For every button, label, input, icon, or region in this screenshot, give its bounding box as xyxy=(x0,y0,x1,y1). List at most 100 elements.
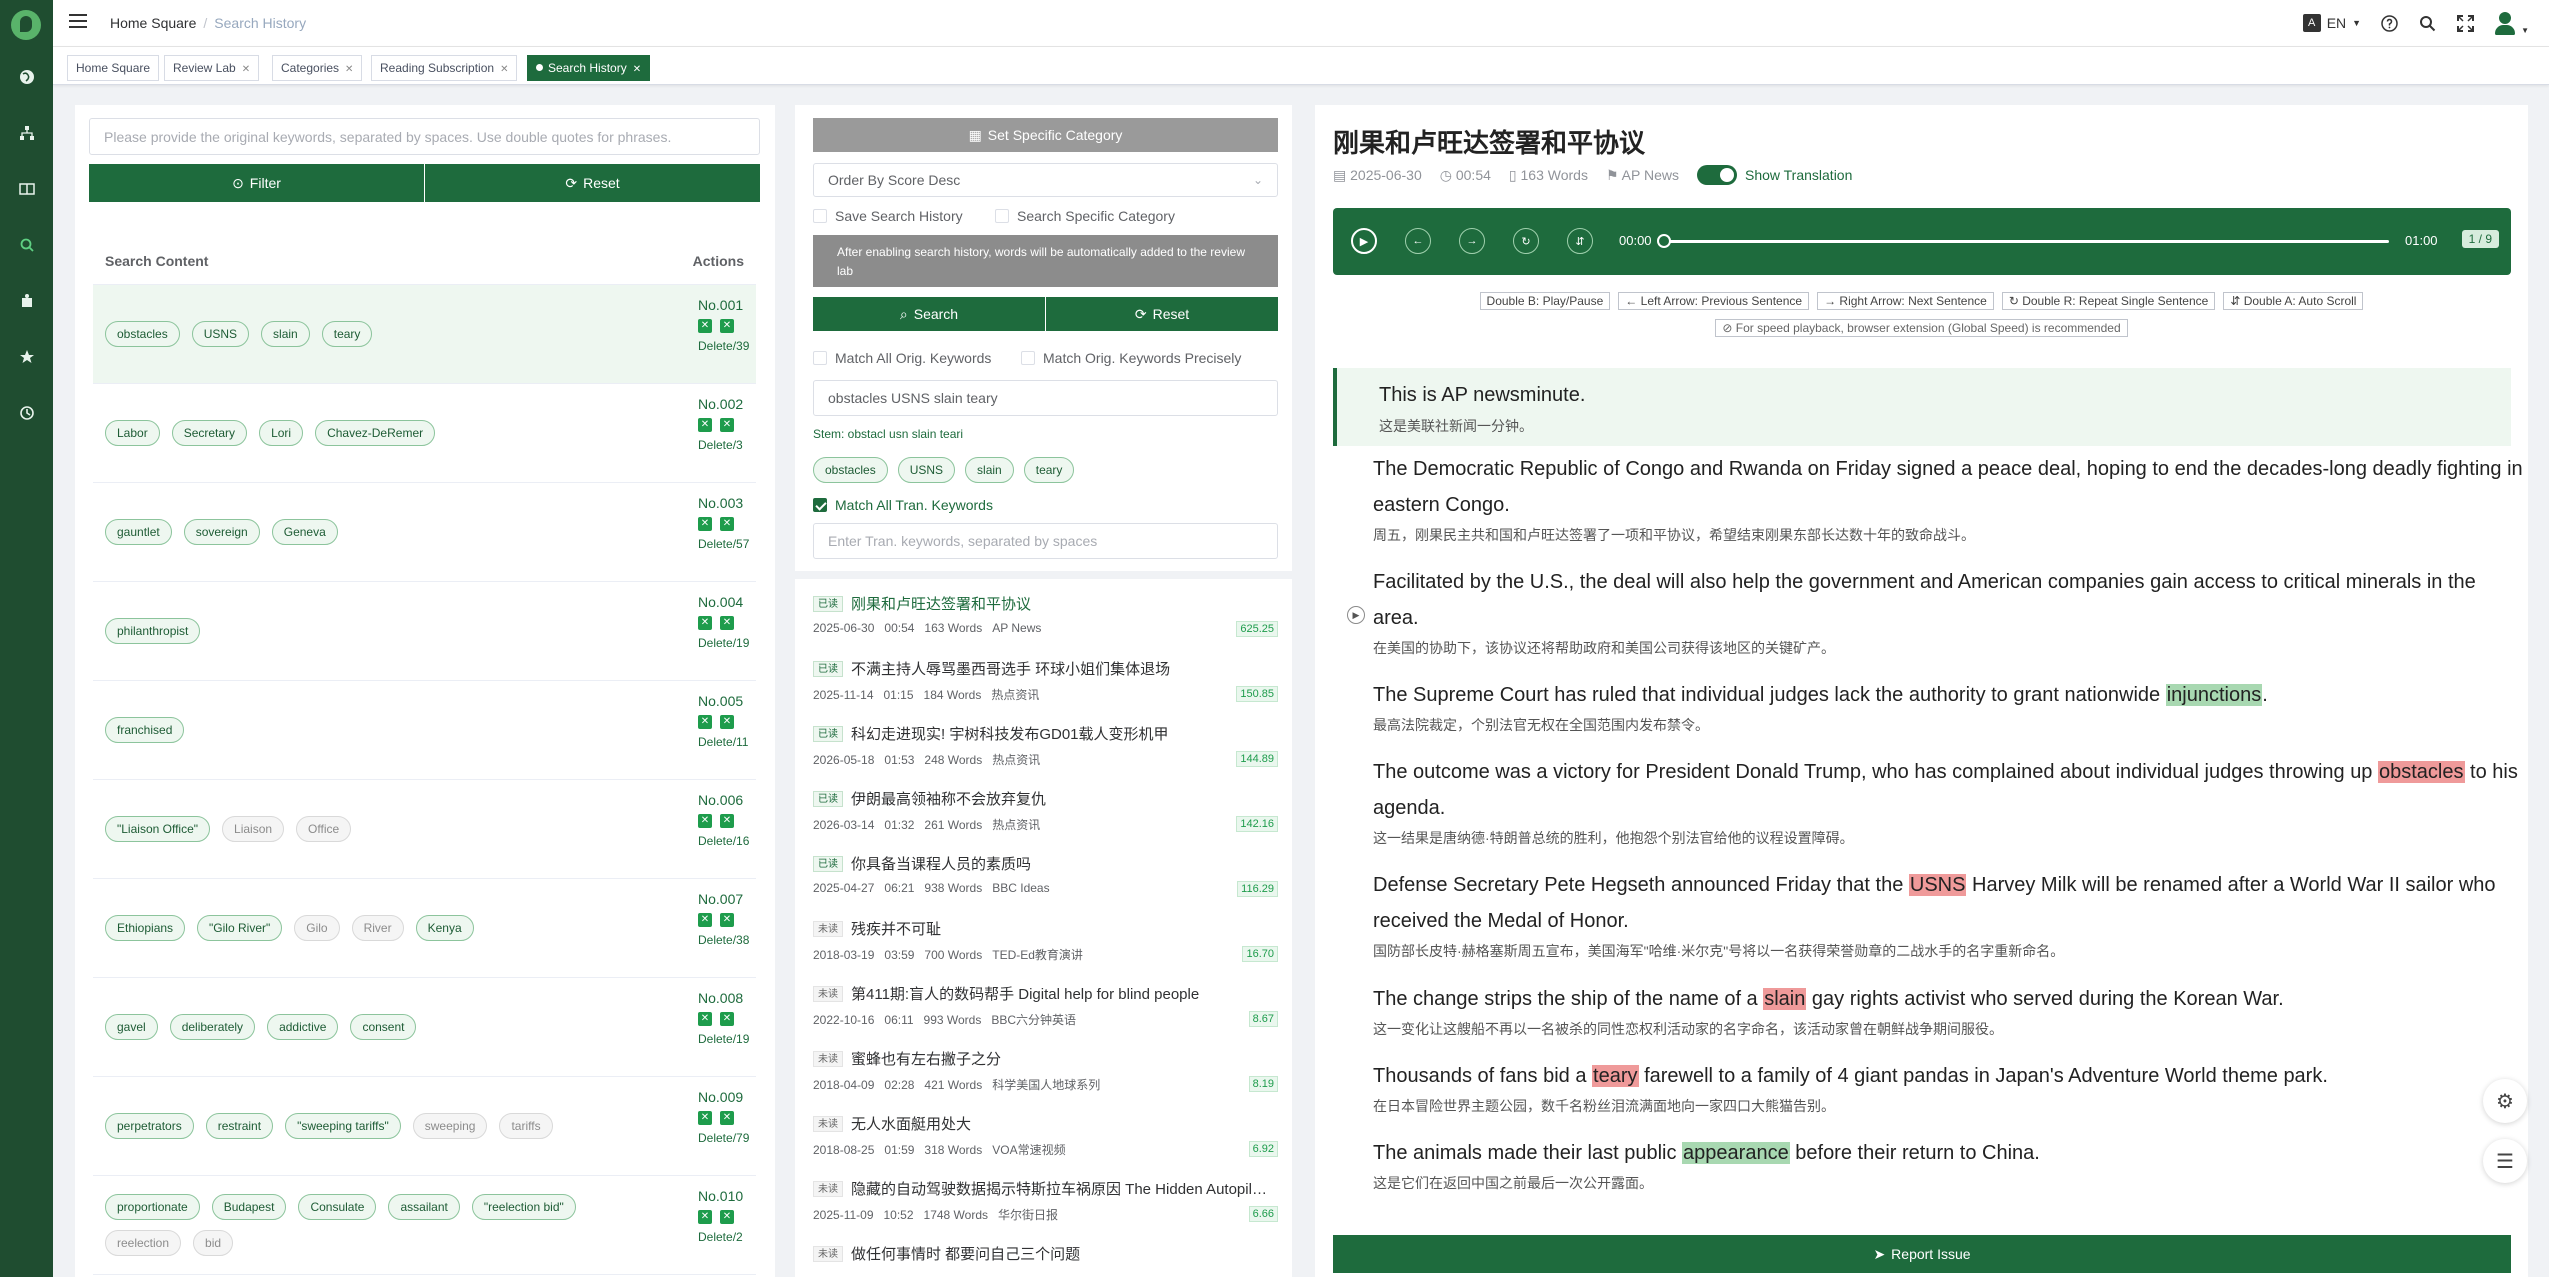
remove-icon[interactable]: ✕ xyxy=(720,517,734,531)
list-item[interactable]: 已读 科幻走进现实! 宇树科技发布GD01载人变形机甲 2026-05-18 01:5… xyxy=(813,723,1278,788)
delete-link[interactable]: Delete/39 xyxy=(698,339,756,353)
save-history-checkbox[interactable]: Save Search History xyxy=(813,208,963,224)
delete-link[interactable]: Delete/79 xyxy=(698,1131,756,1145)
table-row[interactable]: obstacles USNS slain teary No.001 ✕ ✕ Delete/39 xyxy=(93,285,756,384)
stem-tag[interactable]: USNS xyxy=(897,457,956,483)
remove-icon[interactable]: ✕ xyxy=(720,814,734,828)
tab-review-lab[interactable]: Review Lab ✕ xyxy=(164,55,260,81)
keyword-tag[interactable]: Chavez-DeRemer xyxy=(315,420,436,446)
delete-link[interactable]: Delete/2 xyxy=(698,1230,756,1244)
translation-toggle[interactable] xyxy=(1696,165,1737,185)
remove-icon[interactable]: ✕ xyxy=(720,913,734,927)
hamburger-icon[interactable] xyxy=(69,14,87,30)
keyword-tag[interactable]: Office xyxy=(296,816,352,842)
remove-icon[interactable]: ✕ xyxy=(720,616,734,630)
search-button[interactable]: ⌕ Search xyxy=(813,297,1045,331)
highlight-word[interactable]: slain xyxy=(1763,988,1807,1010)
keyword-tag[interactable]: Lori xyxy=(259,420,304,446)
keyword-tag[interactable]: Liaison xyxy=(222,816,285,842)
sentence[interactable]: Defense Secretary Pete Hegseth announced… xyxy=(1373,867,2523,961)
sentence[interactable]: The animals made their last public appea… xyxy=(1373,1135,2523,1193)
play-icon[interactable]: ▶ xyxy=(1351,228,1377,254)
stem-tag[interactable]: teary xyxy=(1023,457,1075,483)
keyword-tag[interactable]: restraint xyxy=(205,1113,274,1139)
play-sentence-icon[interactable]: ▶ xyxy=(1347,606,1365,624)
article-title[interactable]: 未读 隐藏的自动驾驶数据揭示特斯拉车祸原因 The Hidden Autopilo… xyxy=(813,1178,1273,1199)
close-icon[interactable]: ✕ xyxy=(500,64,508,75)
reset-button[interactable]: ⟳ Reset xyxy=(425,164,760,202)
avatar[interactable] xyxy=(2493,11,2517,35)
article-title[interactable]: 未读 蜜蜂也有左右撇子之分 xyxy=(813,1048,1273,1069)
table-row[interactable]: Ethiopians "Gilo River" Gilo River Kenya No.0… xyxy=(93,879,756,978)
sentence[interactable]: The Democratic Republic of Congo and Rwa… xyxy=(1373,451,2523,545)
tab-categories[interactable]: Categories ✕ xyxy=(272,55,363,81)
help-icon[interactable] xyxy=(2379,13,2399,33)
book-icon[interactable] xyxy=(0,175,53,203)
list-item[interactable]: 未读 做任何事情时 都要问自己三个问题 xyxy=(813,1243,1278,1277)
apply-icon[interactable]: ✕ xyxy=(698,913,712,927)
keyword-tag[interactable]: sovereign xyxy=(183,519,260,545)
history-keyword-input[interactable]: Please provide the original keywords, se… xyxy=(89,118,760,155)
list-item[interactable]: 已读 伊朗最高领袖称不会放弃复仇 2026-03-14 01:32 261 Words 热… xyxy=(813,788,1278,853)
star-icon[interactable] xyxy=(0,343,53,371)
keyword-tag[interactable]: franchised xyxy=(105,717,185,743)
report-issue-button[interactable]: ➤ Report Issue xyxy=(1333,1235,2511,1273)
table-row[interactable]: proportionate Budapest Consulate assailant "… xyxy=(93,1176,756,1275)
keyword-tag[interactable]: philanthropist xyxy=(105,618,201,644)
apply-icon[interactable]: ✕ xyxy=(698,1210,712,1224)
keyword-tag[interactable]: teary xyxy=(321,321,373,347)
stem-tag[interactable]: slain xyxy=(965,457,1014,483)
search-icon[interactable] xyxy=(0,231,53,259)
keyword-tag[interactable]: Geneva xyxy=(271,519,338,545)
remove-icon[interactable]: ✕ xyxy=(720,1210,734,1224)
stem-tag[interactable]: obstacles xyxy=(813,457,888,483)
keyword-tag[interactable]: Gilo xyxy=(294,915,340,941)
keyword-tag[interactable]: gavel xyxy=(105,1014,158,1040)
highlight-word[interactable]: USNS xyxy=(1908,874,1967,896)
list-item[interactable]: 未读 残疾并不可耻 2018-03-19 03:59 700 Words TED-Ed教育… xyxy=(813,918,1278,983)
keyword-tag[interactable]: sweeping xyxy=(412,1113,488,1139)
delete-link[interactable]: Delete/11 xyxy=(698,735,756,749)
list-item[interactable]: 未读 第411期:盲人的数码帮手 Digital help for blind p… xyxy=(813,983,1278,1048)
article-title[interactable]: 未读 第411期:盲人的数码帮手 Digital help for blind p… xyxy=(813,983,1273,1004)
apply-icon[interactable]: ✕ xyxy=(698,715,712,729)
language-switcher[interactable]: A EN ▼ xyxy=(2302,14,2361,32)
caret-down-icon[interactable]: ▼ xyxy=(2521,26,2529,35)
breadcrumb-home[interactable]: Home Square xyxy=(110,15,196,31)
delete-link[interactable]: Delete/38 xyxy=(698,933,756,947)
close-icon[interactable]: ✕ xyxy=(345,64,353,75)
keyword-tag[interactable]: obstacles xyxy=(105,321,180,347)
keyword-tag[interactable]: "sweeping tariffs" xyxy=(285,1113,401,1139)
search-reset-button[interactable]: ⟳ Reset xyxy=(1046,297,1278,331)
keyword-tag[interactable]: "Gilo River" xyxy=(197,915,283,941)
article-title[interactable]: 已读 不满主持人辱骂墨西哥选手 环球小姐们集体退场 xyxy=(813,658,1273,679)
close-icon[interactable]: ✕ xyxy=(633,64,641,75)
list-item[interactable]: 未读 无人水面艇用处大 2018-08-25 01:59 318 Words VOA常速视… xyxy=(813,1113,1278,1178)
keyword-tag[interactable]: gauntlet xyxy=(105,519,172,545)
delete-link[interactable]: Delete/3 xyxy=(698,438,756,452)
delete-link[interactable]: Delete/16 xyxy=(698,834,756,848)
remove-icon[interactable]: ✕ xyxy=(720,715,734,729)
table-row[interactable]: franchised No.005 ✕ ✕ Delete/11 xyxy=(93,681,756,780)
keyword-tag[interactable]: USNS xyxy=(191,321,250,347)
sentence[interactable]: The outcome was a victory for President … xyxy=(1373,754,2523,848)
table-row[interactable]: perpetrators restraint "sweeping tariffs" s… xyxy=(93,1077,756,1176)
keyword-tag[interactable]: consent xyxy=(350,1014,417,1040)
remove-icon[interactable]: ✕ xyxy=(720,418,734,432)
intro-sentence[interactable]: This is AP newsminute. 这是美联社新闻一分钟。 xyxy=(1333,368,2511,446)
table-row[interactable]: "Liaison Office" Liaison Office No.006 ✕ ✕ Del… xyxy=(93,780,756,879)
keyword-tag[interactable]: Consulate xyxy=(298,1194,377,1220)
keyword-tag[interactable]: "Liaison Office" xyxy=(105,816,211,842)
keyword-tag[interactable]: proportionate xyxy=(105,1194,200,1220)
list-item[interactable]: 已读 刚果和卢旺达签署和平协议 2025-06-30 00:54 163 Words AP… xyxy=(813,593,1278,658)
delete-link[interactable]: Delete/19 xyxy=(698,1032,756,1046)
apply-icon[interactable]: ✕ xyxy=(698,814,712,828)
delete-link[interactable]: Delete/19 xyxy=(698,636,756,650)
keyword-tag[interactable]: Secretary xyxy=(171,420,248,446)
apply-icon[interactable]: ✕ xyxy=(698,1012,712,1026)
tab-reading-subscription[interactable]: Reading Subscription ✕ xyxy=(371,55,518,81)
highlight-word[interactable]: injunctions xyxy=(2165,684,2263,706)
article-title[interactable]: 已读 你具备当课程人员的素质吗 xyxy=(813,853,1273,874)
keyword-tag[interactable]: deliberately xyxy=(169,1014,256,1040)
list-item[interactable]: 已读 不满主持人辱骂墨西哥选手 环球小姐们集体退场 2025-11-14 01:15 1… xyxy=(813,658,1278,723)
